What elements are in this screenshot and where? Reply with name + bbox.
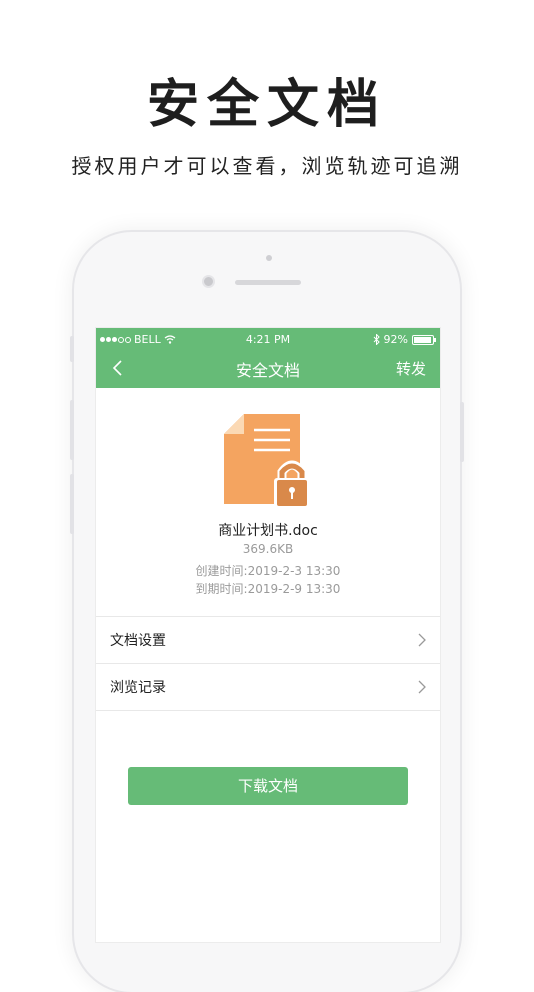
file-name: 商业计划书.doc	[218, 523, 318, 539]
battery-fill	[414, 336, 431, 343]
earpiece-speaker	[235, 280, 301, 285]
volume-up-button	[70, 400, 74, 460]
battery-percent: 92%	[383, 333, 408, 346]
chevron-right-icon	[418, 633, 426, 647]
hero-subtitle: 授权用户才可以查看，浏览轨迹可追溯	[71, 154, 463, 178]
sensor-dot	[266, 255, 272, 261]
created-time: 创建时间:2019-2-3 13:30	[195, 564, 341, 578]
status-right: 92%	[373, 333, 436, 346]
menu-label: 浏览记录	[110, 680, 166, 696]
volume-down-button	[70, 474, 74, 534]
menu-row-document-settings[interactable]: 文档设置	[96, 617, 440, 663]
power-button	[460, 402, 464, 462]
bluetooth-icon	[373, 334, 380, 345]
app-bar: BELL 4:21 PM 92% 安全文档 转发	[96, 328, 440, 388]
locked-document-icon	[224, 414, 310, 508]
mute-switch	[70, 336, 74, 362]
expire-time: 到期时间:2019-2-9 13:30	[195, 582, 341, 596]
forward-button[interactable]: 转发	[396, 358, 426, 379]
battery-icon	[412, 334, 436, 345]
download-button[interactable]: 下载文档	[128, 767, 408, 805]
front-camera	[202, 275, 215, 288]
menu-label: 文档设置	[110, 633, 166, 649]
phone-screen: BELL 4:21 PM 92% 安全文档 转发 商业计划书.doc 369.6…	[95, 327, 441, 943]
divider	[96, 710, 440, 711]
hero-title: 安全文档	[146, 75, 387, 135]
chevron-right-icon	[418, 680, 426, 694]
status-bar: BELL 4:21 PM 92%	[96, 330, 440, 348]
file-size: 369.6KB	[242, 542, 294, 556]
nav-title: 安全文档	[235, 361, 300, 380]
menu-row-view-history[interactable]: 浏览记录	[96, 664, 440, 710]
